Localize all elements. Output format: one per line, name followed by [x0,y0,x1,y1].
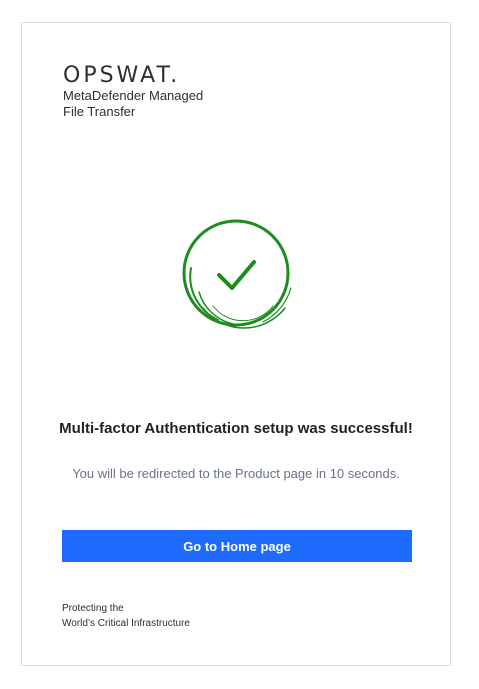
product-name: MetaDefender Managed File Transfer [63,88,263,120]
product-name-line-1: MetaDefender Managed [63,88,204,103]
product-name-line-2: File Transfer [63,104,136,119]
success-check-icon [182,219,292,329]
footer-tagline: Protecting the World’s Critical Infrastr… [62,601,190,631]
opswat-logo: OPSWAT. [63,63,181,88]
mfa-success-card: OPSWAT. MetaDefender Managed File Transf… [21,22,451,666]
redirect-message: You will be redirected to the Product pa… [72,466,400,481]
go-to-home-button[interactable]: Go to Home page [62,530,412,562]
success-title: Multi-factor Authentication setup was su… [59,420,413,437]
footer-line-2: World’s Critical Infrastructure [62,618,190,629]
footer-line-1: Protecting the [62,603,124,614]
